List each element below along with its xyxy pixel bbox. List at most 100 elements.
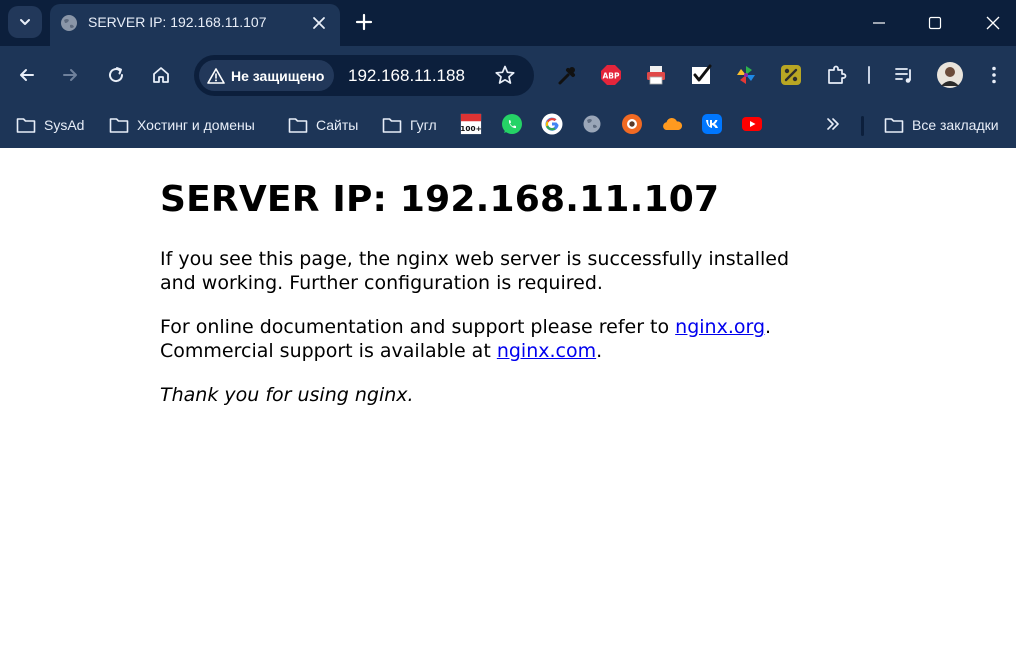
bookmark-folder-google[interactable]: Гугл [382,114,437,136]
close-icon [986,16,1000,30]
bookmark-whatsapp[interactable] [501,113,523,135]
folder-icon [288,118,308,133]
reload-button[interactable] [104,63,128,87]
bookmark-youtube[interactable] [741,113,763,135]
close-window-button[interactable] [982,12,1004,34]
chevron-down-icon [20,19,30,25]
tasks-extension[interactable] [689,63,713,87]
printer-icon [647,66,665,85]
abp-text: ABP [602,72,620,81]
reload-icon [109,67,124,83]
thanks-text: Thank you for using nginx. [160,384,414,407]
bookmark-folder-sites[interactable]: Сайты [288,114,358,136]
thanks-paragraph: Thank you for using nginx. [160,383,800,407]
security-chip[interactable]: Не защищено [199,60,335,91]
all-bookmarks-label: Все закладки [912,117,999,133]
bookmark-counter[interactable]: 100+ [460,113,482,135]
nginx-org-link[interactable]: nginx.org [675,316,765,338]
page-viewport: SERVER IP: 192.168.11.107 If you see thi… [0,148,1016,646]
commercial-period: . [596,340,603,363]
back-button[interactable] [15,63,39,87]
bookmark-label: Сайты [316,117,359,133]
youtube-icon [742,117,762,131]
nginx-welcome-content: SERVER IP: 192.168.11.107 If you see thi… [160,178,800,427]
url-text[interactable]: 192.168.11.188 [348,66,465,86]
tab-strip: SERVER IP: 192.168.11.107 [0,0,1016,46]
active-tab[interactable]: SERVER IP: 192.168.11.107 [50,4,340,46]
toolbar-divider [868,66,870,84]
counter-text: 100+ [460,124,481,133]
docs-text: For online documentation and support ple… [160,316,676,339]
security-label: Не защищено [231,67,325,84]
bookmark-ok[interactable] [621,113,643,135]
maximize-button[interactable] [924,12,946,34]
eyedropper-icon [558,67,575,85]
adblock-plus-extension[interactable]: ABP [599,63,623,87]
home-button[interactable] [149,63,173,87]
bookmark-star-icon[interactable] [494,64,516,86]
eyedropper-extension[interactable] [555,63,579,87]
bookmark-label: Хостинг и домены [137,117,255,133]
menu-button[interactable] [982,63,1006,87]
tab-title: SERVER IP: 192.168.11.107 [88,14,267,30]
double-chevron-right-icon [827,118,839,130]
cloud-icon [663,117,683,130]
minimize-button[interactable] [868,12,890,34]
avatar [937,62,963,88]
page-heading: SERVER IP: 192.168.11.107 [160,179,720,220]
extensions-puzzle-icon [828,65,847,84]
home-icon [153,67,169,83]
folder-icon [884,118,904,133]
address-bar[interactable]: Не защищено 192.168.11.188 [194,55,534,96]
percent-icon [781,65,801,85]
globe-icon [583,115,601,133]
bookmarks-bar: SysAd Хостинг и домены Сайты Гугл 100+ В… [0,104,1016,148]
bookmark-globe[interactable] [581,113,603,135]
nginx-com-link[interactable]: nginx.com [497,340,596,362]
warning-triangle-icon [207,67,225,84]
vk-icon [702,114,722,134]
docs-period: . [765,316,772,339]
close-tab-icon[interactable] [310,14,328,32]
adblock-plus-icon: ABP [601,65,621,85]
bookmark-folder-hosting[interactable]: Хостинг и домены [109,114,255,136]
bookmark-vk[interactable] [701,113,723,135]
pinwheel-icon [737,66,755,84]
print-extension[interactable] [644,63,668,87]
minimize-icon [873,22,885,24]
bookmark-label: Гугл [410,117,437,133]
folder-icon [382,118,402,133]
pinwheel-extension[interactable] [734,63,758,87]
all-bookmarks-folder[interactable]: Все закладки [884,114,999,136]
forward-button[interactable] [58,63,82,87]
bookmark-folder-sysad[interactable]: SysAd [16,114,84,136]
toolbar: Не защищено 192.168.11.188 ABP [0,46,1016,104]
orange-ring-icon [622,114,642,134]
bookmark-google[interactable] [541,113,563,135]
bookmarks-overflow-button[interactable] [822,113,844,135]
maximize-icon [928,16,942,30]
bookmark-cloud[interactable] [661,113,683,135]
profile-button[interactable] [936,61,964,89]
new-tab-icon[interactable] [354,12,374,32]
intro-paragraph: If you see this page, the nginx web serv… [160,248,790,295]
folder-icon [109,118,129,133]
media-controls-button[interactable] [892,63,916,87]
folder-icon [16,118,36,133]
checkbox-icon [692,64,712,84]
extensions-button[interactable] [824,63,848,87]
counter-badge-icon: 100+ [460,113,482,135]
docs-paragraph: For online documentation and support ple… [160,315,800,363]
globe-icon [61,15,77,31]
tab-search-button[interactable] [8,6,42,38]
whatsapp-icon [502,114,522,134]
forward-arrow-icon [63,69,77,81]
playlist-music-icon [895,68,911,83]
back-arrow-icon [20,69,34,81]
commercial-text: Commercial support is available at [160,340,497,363]
bookmark-label: SysAd [44,117,85,133]
google-icon [541,113,563,135]
percent-extension[interactable] [779,63,803,87]
bookmarks-divider [861,116,864,136]
kebab-menu-icon [992,66,996,84]
